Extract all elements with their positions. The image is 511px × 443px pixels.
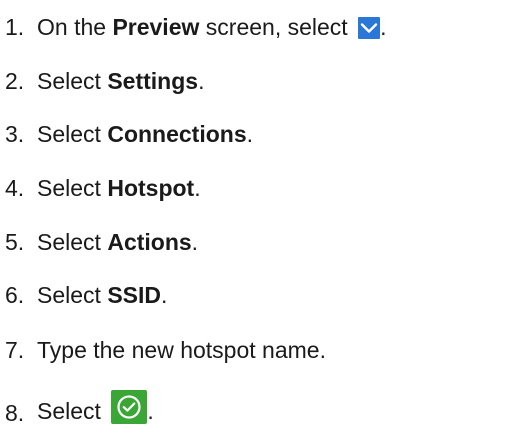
step-number: 4. [5, 175, 25, 201]
step-5: 5. Select Actions. [0, 222, 198, 262]
step-text: Select Hotspot. [37, 175, 201, 201]
step-number: 7. [5, 337, 25, 363]
step-number: 8. [5, 400, 25, 426]
step-1: 1. On the Preview screen, select . [0, 7, 386, 47]
step-text: Select Settings. [37, 68, 205, 94]
ui-term: Hotspot [107, 175, 195, 201]
ui-term: Actions [107, 229, 192, 255]
step-3: 3. Select Connections. [0, 114, 253, 154]
step-2: 2. Select Settings. [0, 61, 204, 101]
ui-term: Settings [107, 68, 199, 94]
step-number: 6. [5, 282, 25, 308]
step-text: Select Connections. [37, 121, 253, 147]
step-4: 4. Select Hotspot. [0, 168, 201, 208]
ui-term: Preview [112, 14, 200, 40]
step-text: On the Preview screen, select . [37, 14, 387, 40]
step-text: Select Actions. [37, 229, 199, 255]
step-text: Type the new hotspot name. [37, 337, 326, 363]
step-7: 7. Type the new hotspot name. [0, 330, 326, 370]
ui-term: SSID [107, 282, 162, 308]
step-number: 1. [5, 14, 25, 40]
checkmark-circle-icon [111, 390, 148, 424]
ui-term: Connections [107, 121, 247, 147]
step-8: 8. Select . [0, 388, 154, 438]
step-text: Select SSID. [37, 282, 168, 308]
step-number: 5. [5, 229, 25, 255]
chevron-down-icon [358, 16, 381, 39]
step-6: 6. Select SSID. [0, 275, 167, 315]
step-text: Select . [37, 390, 154, 430]
step-number: 3. [5, 121, 25, 147]
step-number: 2. [5, 68, 25, 94]
